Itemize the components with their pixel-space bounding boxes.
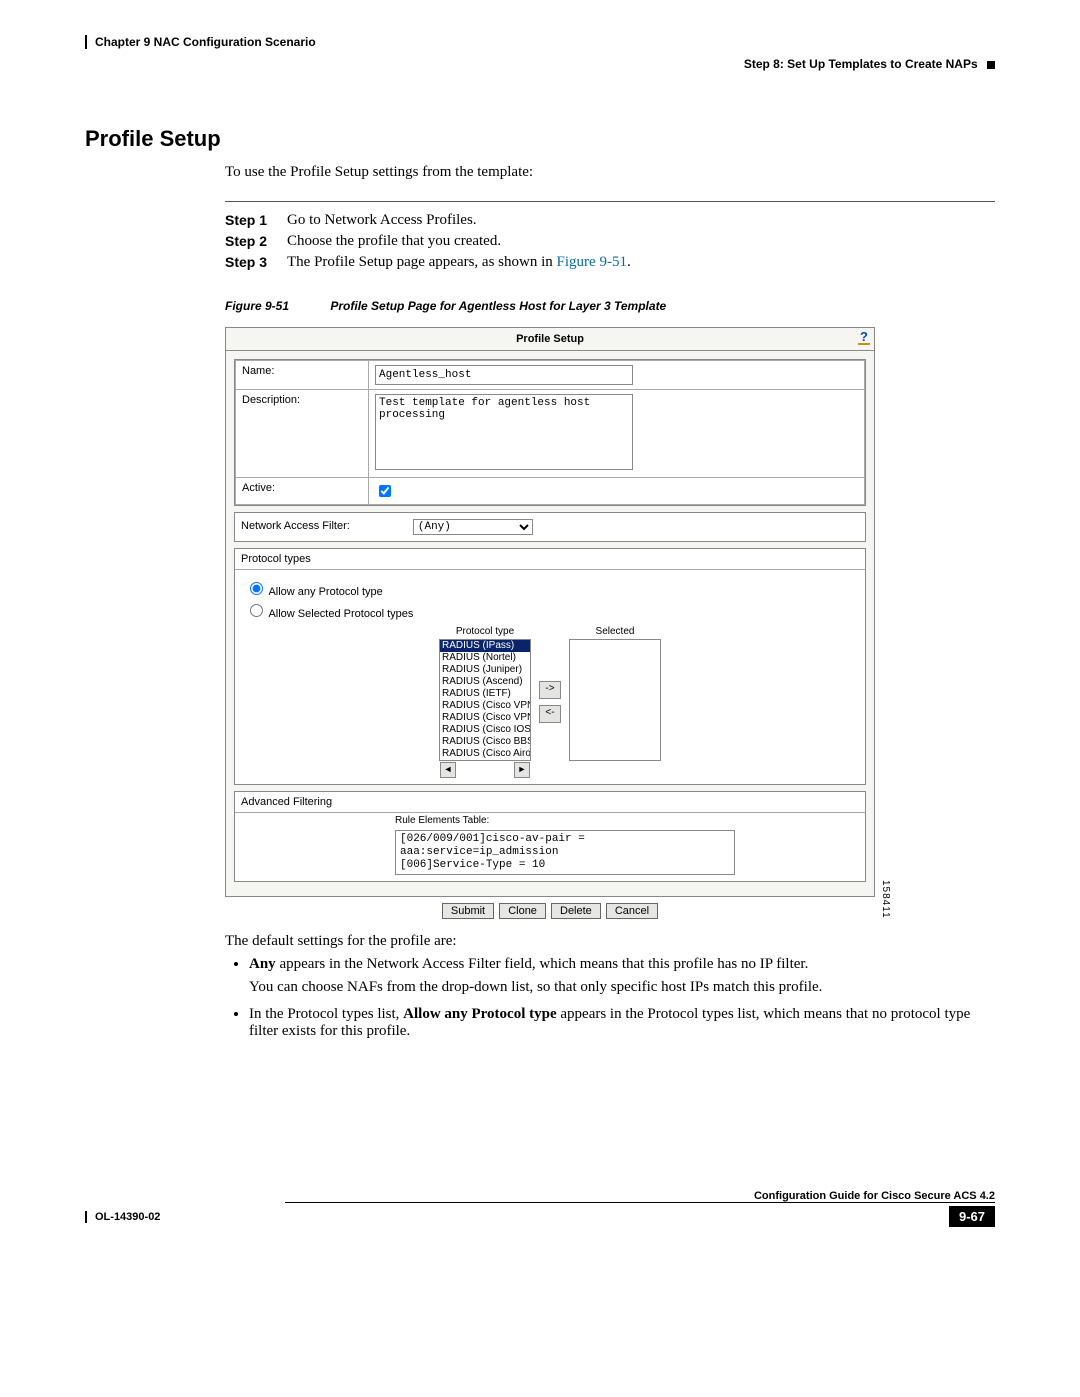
panel-title: Profile Setup bbox=[516, 333, 584, 345]
figure-caption-text: Profile Setup Page for Agentless Host fo… bbox=[330, 299, 666, 313]
active-label: Active: bbox=[236, 478, 369, 505]
protocol-type-col-header: Protocol type bbox=[456, 626, 514, 637]
name-input[interactable] bbox=[375, 365, 633, 385]
naf-select[interactable]: (Any) bbox=[413, 519, 533, 535]
move-left-button[interactable]: <- bbox=[539, 705, 561, 723]
intro-text: To use the Profile Setup settings from t… bbox=[225, 164, 995, 181]
list-item[interactable]: RADIUS (Juniper) bbox=[440, 664, 530, 676]
list-item: Any appears in the Network Access Filter… bbox=[249, 956, 995, 996]
list-item[interactable]: RADIUS (Nortel) bbox=[440, 652, 530, 664]
list-item[interactable]: RADIUS (Cisco Airespace bbox=[440, 760, 530, 761]
figure-link[interactable]: Figure 9-51 bbox=[557, 254, 627, 270]
rule-elements-label: Rule Elements Table: bbox=[235, 813, 865, 828]
figure-number: Figure 9-51 bbox=[225, 299, 289, 313]
list-item[interactable]: RADIUS (Ascend) bbox=[440, 676, 530, 688]
name-label: Name: bbox=[236, 361, 369, 390]
footer-doc-id: OL-14390-02 bbox=[85, 1211, 160, 1223]
step-row: Step 3 The Profile Setup page appears, a… bbox=[225, 254, 995, 271]
list-item[interactable]: RADIUS (IPass) bbox=[440, 640, 530, 652]
selected-listbox[interactable] bbox=[569, 639, 661, 761]
radio-allow-selected-label: Allow Selected Protocol types bbox=[268, 608, 413, 620]
protocol-types-header: Protocol types bbox=[235, 549, 865, 570]
description-label: Description: bbox=[236, 390, 369, 478]
defaults-lead: The default settings for the profile are… bbox=[225, 933, 995, 950]
step-label: Step 3 bbox=[225, 254, 287, 271]
list-item[interactable]: RADIUS (Cisco VPN 5000 bbox=[440, 700, 530, 712]
running-header-right: Step 8: Set Up Templates to Create NAPs bbox=[85, 57, 995, 71]
scroll-right-icon[interactable]: ► bbox=[514, 762, 530, 778]
move-right-button[interactable]: -> bbox=[539, 681, 561, 699]
divider bbox=[225, 201, 995, 202]
radio-allow-any[interactable] bbox=[250, 582, 263, 595]
figure-caption: Figure 9-51 Profile Setup Page for Agent… bbox=[225, 299, 995, 313]
list-item[interactable]: RADIUS (Cisco BBSM) bbox=[440, 736, 530, 748]
image-id: 158411 bbox=[880, 880, 891, 919]
section-heading: Profile Setup bbox=[85, 126, 995, 152]
header-square-icon bbox=[987, 61, 995, 69]
step-label: Step 1 bbox=[225, 212, 287, 229]
radio-allow-any-label: Allow any Protocol type bbox=[268, 586, 382, 598]
submit-button[interactable]: Submit bbox=[442, 903, 494, 919]
running-header-left: Chapter 9 NAC Configuration Scenario bbox=[85, 35, 995, 49]
bullet-list: Any appears in the Network Access Filter… bbox=[225, 956, 995, 1040]
advanced-filtering-header: Advanced Filtering bbox=[235, 792, 865, 813]
active-checkbox[interactable] bbox=[379, 485, 391, 497]
list-item: In the Protocol types list, Allow any Pr… bbox=[249, 1006, 995, 1040]
list-item[interactable]: RADIUS (Cisco IOS/PIX 6 bbox=[440, 724, 530, 736]
screenshot-figure: Profile Setup ? Name: Description: Test … bbox=[225, 327, 875, 919]
step-text: Choose the profile that you created. bbox=[287, 233, 995, 250]
cancel-button[interactable]: Cancel bbox=[606, 903, 658, 919]
protocol-type-listbox[interactable]: RADIUS (IPass) RADIUS (Nortel) RADIUS (J… bbox=[439, 639, 531, 761]
page-number: 9-67 bbox=[949, 1206, 995, 1227]
scroll-left-icon[interactable]: ◄ bbox=[440, 762, 456, 778]
list-item[interactable]: RADIUS (Cisco VPN 3000 bbox=[440, 712, 530, 724]
step-row: Step 1 Go to Network Access Profiles. bbox=[225, 212, 995, 229]
rule-elements-table: [026/009/001]cisco-av-pair = aaa:service… bbox=[395, 830, 735, 875]
chapter-label: Chapter 9 NAC Configuration Scenario bbox=[95, 35, 316, 49]
help-icon[interactable]: ? bbox=[858, 330, 870, 345]
step-text: The Profile Setup page appears, as shown… bbox=[287, 254, 995, 271]
selected-col-header: Selected bbox=[596, 626, 635, 637]
footer-guide-title: Configuration Guide for Cisco Secure ACS… bbox=[85, 1190, 995, 1202]
radio-allow-selected[interactable] bbox=[250, 604, 263, 617]
list-item[interactable]: RADIUS (IETF) bbox=[440, 688, 530, 700]
step-text: Go to Network Access Profiles. bbox=[287, 212, 995, 229]
step-row: Step 2 Choose the profile that you creat… bbox=[225, 233, 995, 250]
step-label: Step 2 bbox=[225, 233, 287, 250]
description-textarea[interactable]: Test template for agentless host process… bbox=[375, 394, 633, 470]
naf-label: Network Access Filter: bbox=[241, 520, 350, 532]
step-title: Step 8: Set Up Templates to Create NAPs bbox=[744, 57, 978, 71]
list-item[interactable]: RADIUS (Cisco Aironet) bbox=[440, 748, 530, 760]
delete-button[interactable]: Delete bbox=[551, 903, 601, 919]
clone-button[interactable]: Clone bbox=[499, 903, 546, 919]
